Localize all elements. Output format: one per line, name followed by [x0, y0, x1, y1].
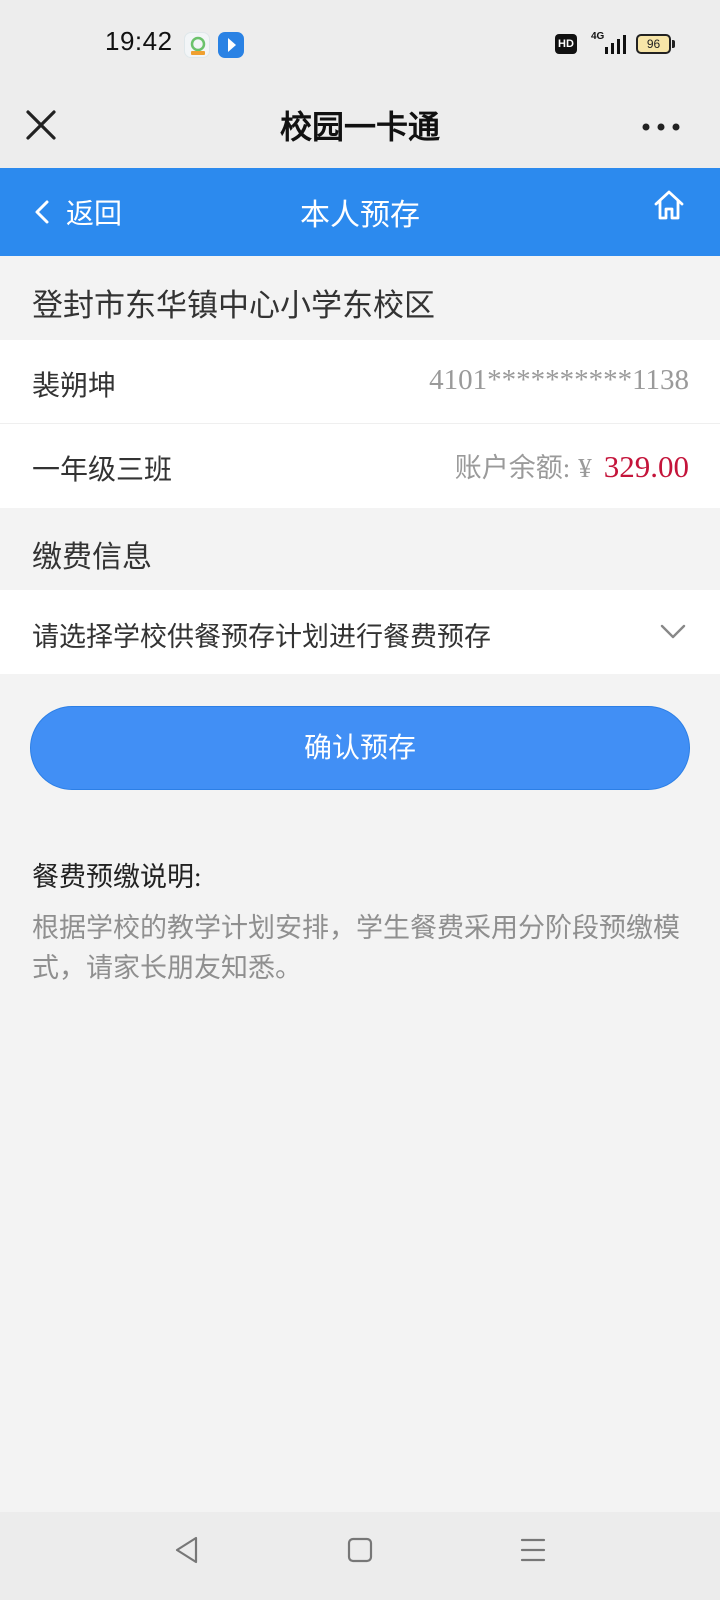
class-name: 一年级三班 — [32, 454, 173, 485]
status-time: 19:42 — [105, 26, 173, 56]
title-bar: 校园一卡通 — [0, 88, 720, 168]
more-button[interactable] — [640, 112, 684, 142]
nav-bar: 返回 本人预存 — [0, 168, 720, 256]
system-menu-button[interactable] — [518, 1534, 548, 1571]
page-title: 校园一卡通 — [279, 109, 440, 145]
notification-app-icon-2 — [218, 32, 244, 58]
chevron-down-icon — [660, 624, 686, 639]
student-row: 裴朔坤 4101**********1138 — [0, 340, 720, 424]
balance-label: 账户余额: — [454, 453, 571, 483]
hd-badge: HD — [555, 34, 577, 54]
plan-select[interactable]: 请选择学校供餐预存计划进行餐费预存 — [0, 590, 720, 674]
nav-title: 本人预存 — [300, 199, 420, 232]
school-row: 登封市东华镇中心小学东校区 — [0, 256, 720, 340]
menu-icon — [520, 1538, 546, 1562]
more-icon — [642, 123, 680, 131]
payment-section-header: 缴费信息 — [0, 508, 720, 590]
id-number: 4101**********1138 — [429, 364, 689, 396]
notes-body: 根据学校的教学计划安排，学生餐费采用分阶段预缴模式，请家长朋友知悉。 — [32, 913, 680, 983]
school-name: 登封市东华镇中心小学东校区 — [32, 288, 435, 323]
class-row: 一年级三班 账户余额: ¥ 329.00 — [0, 424, 720, 508]
notification-app-icon — [184, 32, 210, 58]
battery-icon: 96 — [636, 34, 671, 54]
back-triangle-icon — [175, 1536, 198, 1564]
plan-placeholder: 请选择学校供餐预存计划进行餐费预存 — [32, 622, 491, 652]
currency-symbol: ¥ — [578, 453, 592, 483]
home-button[interactable] — [652, 188, 686, 227]
system-home-button[interactable] — [346, 1534, 374, 1571]
student-name: 裴朔坤 — [32, 370, 117, 401]
status-bar: 19:42 HD 4G 96 — [0, 0, 720, 88]
battery-tip — [672, 40, 675, 48]
network-label: 4G — [591, 31, 605, 42]
balance-amount: 329.00 — [603, 449, 689, 484]
system-back-button[interactable] — [172, 1534, 202, 1571]
system-nav-bar — [0, 1512, 720, 1600]
square-icon — [347, 1537, 373, 1563]
balance-group: 账户余额: ¥ 329.00 — [455, 446, 689, 485]
confirm-button[interactable]: 确认预存 — [30, 706, 690, 790]
home-icon — [654, 190, 684, 220]
signal-icon — [605, 35, 626, 54]
notes-title: 餐费预缴说明: — [32, 862, 202, 892]
section-title: 缴费信息 — [32, 541, 152, 574]
